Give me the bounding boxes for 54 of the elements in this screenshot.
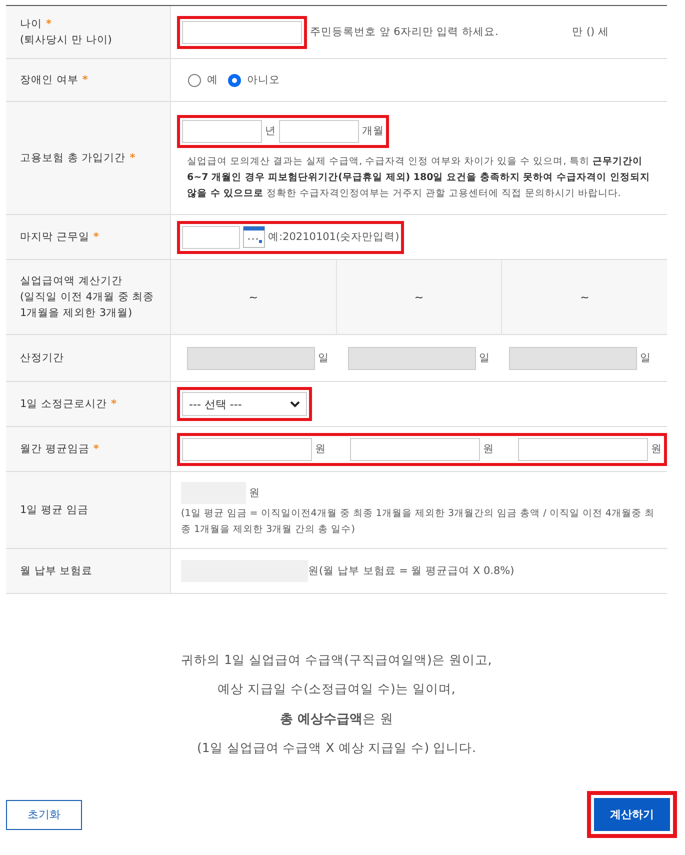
radio-button[interactable] [228, 74, 241, 86]
input-field[interactable] [518, 438, 648, 460]
date-field[interactable] [182, 226, 240, 248]
unit-label: 년 [265, 124, 276, 138]
required-mark: * [130, 152, 136, 164]
input-field[interactable] [182, 20, 302, 44]
result-text: (1일 실업급여 수급액 X 예상 지급일 수) 입니다. [196, 740, 476, 757]
field-label: 장애인 여부 [20, 74, 78, 86]
calculate-button[interactable]: 계산하기 [594, 798, 670, 831]
field-label: 고용보험 총 가입기간 [20, 152, 126, 164]
unit-label: 개월 [362, 124, 384, 138]
radio-label: 예 [207, 73, 218, 87]
field-hint: 예:20210101(숫자만입력) [268, 230, 400, 244]
unit-label: 일 [318, 351, 329, 365]
field-sublabel: (퇴사당시 만 나이) [20, 33, 113, 48]
radio-button[interactable] [188, 74, 201, 86]
unit-label: 원 [249, 486, 260, 500]
unit-label: 일 [479, 351, 490, 365]
input-field[interactable] [182, 438, 312, 460]
required-mark: * [82, 74, 88, 86]
field-label: 실업급여액 계산기간 [20, 275, 122, 287]
input-field[interactable] [279, 120, 359, 142]
field-label: 1일 평균 임금 [20, 504, 88, 516]
notice-text: 실업급여 모의계산 결과는 실제 수급액, 수급자격 인정 여부와 차이가 있을 수 있으며, 특히 근무기간이 6~7 개월인 경우 피보험단위기간(무급휴일 제외) 180일 요건을 충족하지 못하여 수급자격이 인정되지 않을 수 있으므로 정확한 수급자격인정여부는 거주지 관할 고용센터에 직접 문의하시기 바랍니다. [186, 154, 651, 200]
radio-label: 아니오 [247, 73, 280, 87]
hours-select[interactable]: --- 선택 --- [182, 392, 307, 416]
field-label: 산정기간 [20, 352, 64, 364]
period-cell: ~ [336, 260, 502, 334]
formula-text: (1일 평균 임금 = 이직일이전4개월 중 최종 1개월을 제외한 3개월간의 임금 총액 / 이직일 이전 4개월중 최종 1개월을 제외한 3개월 간의 총 일수) [181, 507, 656, 537]
field-hint: 주민등록번호 앞 6자리만 입력 하세요. [310, 25, 498, 39]
result-text: 귀하의 1일 실업급여 수급액(구직급여일액)은 원이고, [181, 652, 492, 669]
required-mark: * [93, 443, 99, 455]
result-text: 총 예상수급액은 원 [280, 711, 393, 728]
field-label: 1일 소정근로시간 [20, 398, 108, 410]
reset-button[interactable]: 초기화 [6, 800, 82, 830]
field-label: 나이 [20, 18, 42, 30]
age-result: 만 () 세 [572, 25, 609, 39]
chevron-down-icon [290, 400, 300, 408]
field-label: 월 납부 보험료 [20, 565, 93, 577]
input-field[interactable] [182, 120, 262, 142]
unit-label: 원 [483, 442, 494, 456]
formula-text: 원(월 납부 보험료 = 월 평균급여 X 0.8%) [308, 564, 514, 578]
input-field[interactable] [350, 438, 480, 460]
field-label: 월간 평균임금 [20, 443, 90, 455]
unit-label: 원 [651, 442, 662, 456]
calendar-icon[interactable] [243, 226, 265, 248]
result-text: 예상 지급일 수(소정급여일 수)는 일이며, [218, 681, 456, 698]
unit-label: 원 [315, 442, 326, 456]
required-mark: * [93, 231, 99, 243]
unit-label: 일 [640, 351, 651, 365]
field-label: 마지막 근무일 [20, 231, 90, 243]
required-mark: * [46, 18, 52, 30]
required-mark: * [111, 398, 117, 410]
field-sublabel: (일직일 이전 4개월 중 최종 1개월을 제외한 3개월) [20, 290, 156, 321]
